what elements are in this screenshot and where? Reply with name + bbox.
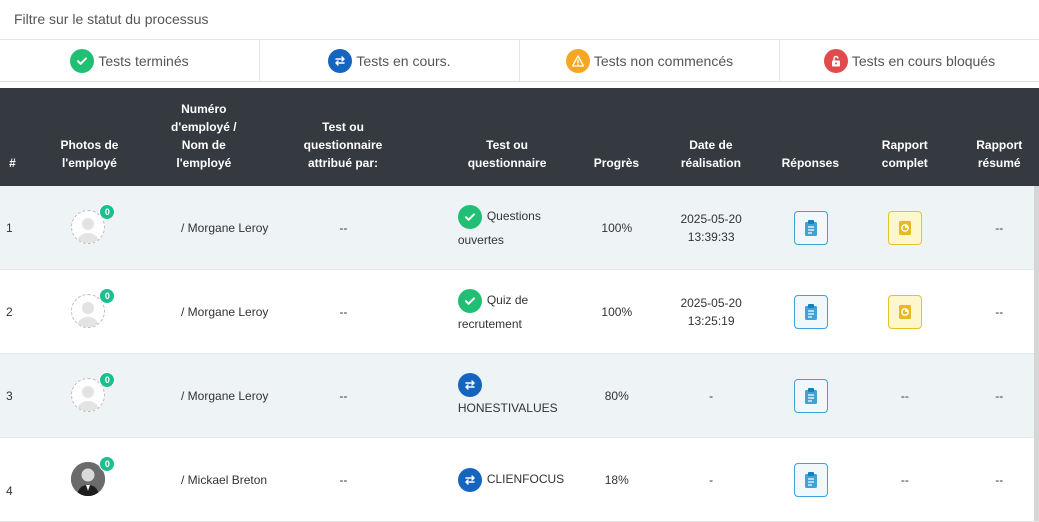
completion-date: 2025-05-20 13:39:33: [680, 211, 742, 244]
count-badge: 0: [99, 371, 116, 388]
assigned-by: --: [339, 388, 348, 403]
clipboard-icon: [804, 471, 817, 488]
check-circle-icon: [457, 204, 482, 229]
answers-cell: [771, 354, 850, 437]
filter-label: Tests en cours.: [356, 52, 451, 69]
full-report: --: [900, 472, 909, 487]
results-table: # Photos de l'employé Numéro d'employé /…: [0, 88, 1039, 522]
table-row: 1 0 / Morgane Leroy -- Questions ouverte…: [0, 186, 1039, 270]
summary-report: --: [995, 472, 1004, 487]
table-row: 2 0 / Morgane Leroy -- Quiz de recruteme…: [0, 270, 1039, 354]
row-number: 4: [6, 483, 13, 498]
progress-value: 100%: [601, 304, 633, 319]
assigned-by: --: [339, 220, 348, 235]
employee-name: / Morgane Leroy: [181, 388, 269, 403]
answers-cell: [771, 186, 850, 269]
count-badge: 0: [99, 203, 116, 220]
lock-open-icon: [823, 48, 848, 73]
col-header-date: Date de réalisation: [680, 138, 741, 170]
vertical-scrollbar[interactable]: [1034, 186, 1039, 521]
test-cell: Questions ouvertes: [433, 186, 582, 269]
summary-report: --: [995, 388, 1004, 403]
clipboard-icon: [804, 219, 817, 236]
clipboard-icon: [804, 303, 817, 320]
warning-icon: [565, 48, 590, 73]
date-cell: 2025-05-20 13:25:19: [652, 270, 771, 353]
assigned-by: --: [339, 472, 348, 487]
table-row: 4 0 / Mickael Breton -- CLIENFOCUS 18% -…: [0, 438, 1039, 522]
test-cell: CLIENFOCUS: [433, 438, 582, 521]
col-header-test: Test ou questionnaire: [467, 138, 547, 170]
full-report-cell: [850, 270, 959, 353]
count-badge: 0: [99, 455, 116, 472]
col-header-num: #: [9, 156, 16, 170]
check-circle-icon: [70, 48, 95, 73]
answers-button[interactable]: [793, 210, 828, 245]
col-header-progress: Progrès: [593, 156, 640, 170]
filter-tests-in-progress[interactable]: Tests en cours.: [260, 40, 520, 81]
check-circle-icon: [457, 288, 482, 313]
arrows-swap-icon: [457, 467, 482, 492]
full-report-cell: [850, 186, 959, 269]
status-filter-bar: Tests terminés Tests en cours. Tests non…: [0, 39, 1039, 82]
col-header-answers: Réponses: [781, 156, 839, 170]
test-name: CLIENFOCUS: [486, 471, 565, 486]
employee-name: / Morgane Leroy: [181, 220, 269, 235]
report-icon: [898, 304, 911, 319]
table-header: # Photos de l'employé Numéro d'employé /…: [0, 88, 1039, 186]
row-number: 2: [6, 304, 13, 319]
summary-report: --: [995, 220, 1004, 235]
progress-value: 100%: [601, 220, 633, 235]
filter-label: Tests non commencés: [593, 52, 734, 69]
answers-cell: [771, 438, 850, 521]
photo-cell: 0: [25, 186, 154, 269]
full-report-button[interactable]: [887, 210, 922, 245]
col-header-summary-report: Rapport résumé: [976, 138, 1023, 170]
col-header-full-report: Rapport complet: [881, 138, 928, 170]
filter-title: Filtre sur le statut du processus: [14, 11, 209, 27]
row-number: 3: [6, 388, 13, 403]
filter-tests-blocked[interactable]: Tests en cours bloqués: [780, 40, 1039, 81]
summary-report: --: [995, 304, 1004, 319]
arrows-swap-icon: [457, 372, 482, 397]
col-header-photo: Photos de l'employé: [60, 138, 119, 170]
count-badge: 0: [99, 287, 116, 304]
clipboard-icon: [804, 387, 817, 404]
assigned-by: --: [339, 304, 348, 319]
filter-tests-completed[interactable]: Tests terminés: [0, 40, 260, 81]
answers-button[interactable]: [793, 378, 828, 413]
completion-date: -: [709, 472, 714, 487]
employee-name: / Mickael Breton: [181, 472, 268, 487]
table-row: 3 0 / Morgane Leroy -- HONESTIVALUES 80%…: [0, 354, 1039, 438]
col-header-assigned-by: Test ou questionnaire attribué par:: [303, 120, 383, 170]
answers-button[interactable]: [793, 294, 828, 329]
test-cell: Quiz de recrutement: [433, 270, 582, 353]
full-report-button[interactable]: [887, 294, 922, 329]
col-header-employee: Numéro d'employé / Nom de l'employé: [171, 102, 237, 170]
progress-value: 18%: [604, 472, 629, 487]
row-number: 1: [6, 220, 13, 235]
date-cell: 2025-05-20 13:39:33: [652, 186, 771, 269]
answers-button[interactable]: [793, 462, 828, 497]
photo-cell: 0: [25, 270, 154, 353]
test-cell: HONESTIVALUES: [433, 354, 582, 437]
arrows-swap-icon: [328, 48, 353, 73]
completion-date: 2025-05-20 13:25:19: [680, 295, 742, 328]
photo-cell: 0: [25, 354, 154, 437]
filter-label: Tests terminés: [98, 52, 189, 69]
completion-date: -: [709, 388, 714, 403]
photo-cell: 0: [25, 438, 154, 521]
filter-tests-not-started[interactable]: Tests non commencés: [520, 40, 780, 81]
progress-value: 80%: [604, 388, 629, 403]
answers-cell: [771, 270, 850, 353]
full-report: --: [900, 388, 909, 403]
test-name: HONESTIVALUES: [457, 400, 558, 415]
filter-label: Tests en cours bloqués: [851, 52, 996, 69]
report-icon: [898, 220, 911, 235]
employee-name: / Morgane Leroy: [181, 304, 269, 319]
